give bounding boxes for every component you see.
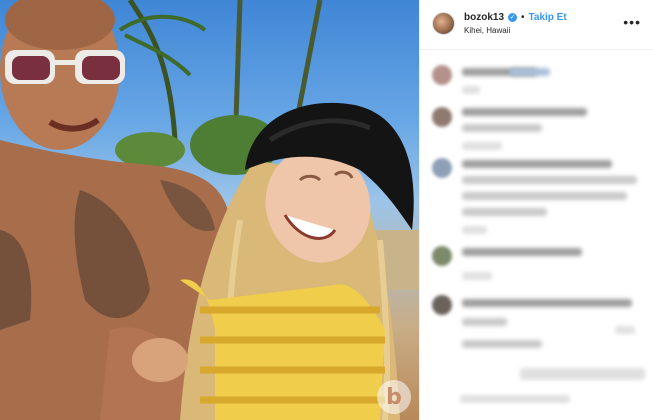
watermark-logo: b (377, 380, 411, 414)
comment-text-blurred (462, 160, 612, 168)
comment-text-blurred (462, 124, 542, 132)
follow-button[interactable]: Takip Et (529, 12, 567, 23)
comment-meta-blurred (462, 142, 502, 150)
comment-meta-blurred (462, 86, 480, 94)
comment-avatar[interactable] (432, 65, 452, 85)
post-side-panel: bozok13 ✓ • Takip Et Kihei, Hawaii ••• (419, 0, 653, 420)
verified-badge-icon: ✓ (508, 13, 518, 22)
profile-avatar[interactable] (432, 12, 455, 35)
comment-text-blurred (462, 248, 582, 256)
comment-text-blurred (462, 299, 632, 307)
likes-blurred (460, 395, 570, 403)
comment-avatar[interactable] (432, 158, 452, 178)
comment-text-blurred (462, 192, 627, 200)
comment-text-blurred (462, 318, 507, 326)
comment-avatar[interactable] (432, 295, 452, 315)
comment-avatar[interactable] (432, 246, 452, 266)
comment-text-blurred (462, 340, 542, 348)
post-header: bozok13 ✓ • Takip Et Kihei, Hawaii ••• (420, 0, 653, 50)
more-options-icon[interactable]: ••• (623, 14, 641, 30)
action-bar-blurred (520, 368, 645, 380)
comment-text-blurred (462, 208, 547, 216)
comment-meta-blurred (615, 326, 635, 334)
watermark-letter: b (386, 384, 402, 410)
comment-avatar[interactable] (432, 107, 452, 127)
photo-scene (0, 0, 419, 420)
username-link[interactable]: bozok13 (464, 12, 504, 23)
comment-meta-blurred (462, 272, 492, 280)
post-photo[interactable]: b (0, 0, 419, 420)
separator-dot: • (521, 12, 525, 23)
comment-text-blurred (462, 176, 637, 184)
comment-text-blurred (462, 108, 587, 116)
comment-text-blurred (510, 68, 550, 76)
location-link[interactable]: Kihei, Hawaii (464, 26, 510, 35)
comments-list (420, 50, 653, 420)
header-title-row: bozok13 ✓ • Takip Et (464, 12, 567, 23)
comment-meta-blurred (462, 226, 487, 234)
